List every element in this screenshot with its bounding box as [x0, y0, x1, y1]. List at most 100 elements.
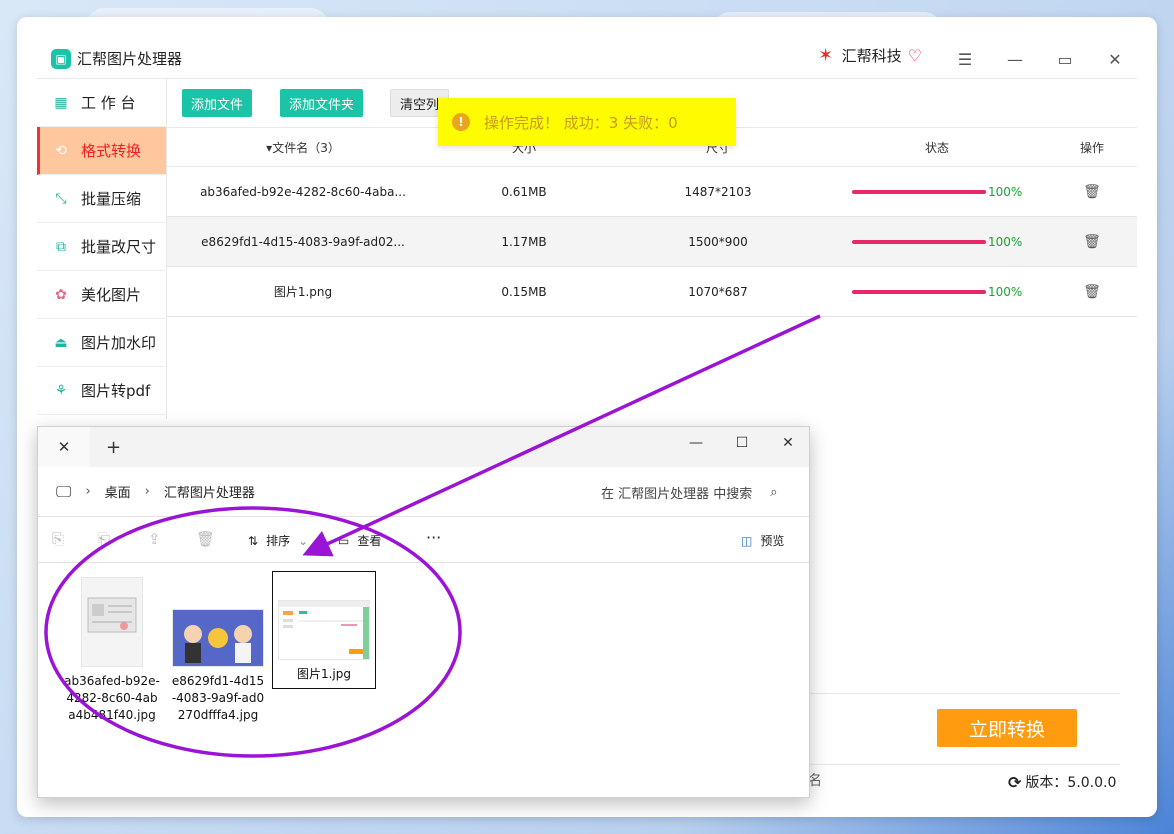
chevron-right-icon: › [85, 484, 91, 499]
table-row[interactable]: 图片1.png 0.15MB 1070*687 100% 🗑 [167, 267, 1137, 317]
hidden-label-fragment: 名 [808, 773, 822, 789]
breadcrumb-desktop[interactable]: 桌面 [105, 482, 131, 501]
file-item[interactable]: ab36afed-b92e-4282-8c60-4aba4b481f40.jpg [60, 571, 164, 724]
cell-action: 🗑 [1047, 184, 1137, 200]
search-box[interactable]: 在 汇帮图片处理器 中搜索 ⌕ [601, 467, 778, 517]
convert-icon: ⟲ [55, 142, 67, 159]
sidebar-item-workbench[interactable]: ▦ 工 作 台 [37, 79, 166, 127]
cell-action: 🗑 [1047, 234, 1137, 250]
app-logo-icon: ▣ [51, 48, 71, 69]
chevron-right-icon: › [144, 484, 150, 499]
menu-icon[interactable]: ☰ [953, 47, 977, 71]
preview-pane-icon: ◫ [741, 533, 753, 548]
new-tab-icon[interactable]: + [106, 437, 121, 458]
command-bar: ⎘ ⎗ ⇪ 🗑 ⇅ 排序 ⌄ ▭ 查看 ··· ◫ 预览 [38, 517, 809, 563]
brand-name: 汇帮科技 [841, 47, 902, 65]
add-file-button[interactable]: 添加文件 [182, 89, 253, 117]
success-toast: ! 操作完成！ 成功：3 失败：0 [438, 98, 736, 146]
sidebar-item-format-convert[interactable]: ⟲ 格式转换 [37, 127, 166, 175]
progress-text: 100% [988, 184, 1023, 199]
trash-icon[interactable]: 🗑 [1083, 184, 1101, 200]
file-item[interactable]: e8629fd1-4d15-4083-9a9f-ad0270dfffa4.jpg [166, 571, 270, 724]
more-button[interactable]: ··· [426, 528, 441, 547]
info-icon: ! [452, 113, 470, 131]
refresh-icon[interactable]: ⟳ [1008, 773, 1021, 792]
view-button[interactable]: ▭ 查看 [338, 532, 381, 549]
cell-status: 100% [827, 235, 1047, 249]
paste-icon[interactable]: ⎗ [98, 530, 110, 548]
compress-icon: ⤡ [55, 190, 67, 207]
title-bar: ▣ 汇帮图片处理器 ✶ 汇帮科技 ♡ ☰ — ▭ ✕ [37, 39, 1137, 79]
file-thumbnail [172, 609, 264, 667]
sidebar-item-beautify[interactable]: ✿ 美化图片 [37, 271, 166, 319]
toast-message: 操作完成！ 成功：3 失败：0 [484, 113, 678, 132]
explorer-tab-bar: ✕ + — ☐ ✕ [38, 427, 809, 467]
cell-name: 图片1.png [273, 285, 333, 299]
footer-divider [790, 764, 1120, 765]
cell-size: 1.17MB [501, 234, 547, 249]
file-explorer-window: ✕ + — ☐ ✕ 🖵 › 桌面 › 汇帮图片处理器 在 汇帮图片处理器 中搜索… [37, 426, 810, 798]
sidebar-item-label: 批量改尺寸 [81, 238, 157, 256]
sidebar-item-label: 美化图片 [81, 286, 142, 304]
minimize-icon[interactable]: — [685, 435, 707, 451]
sidebar-item-resize[interactable]: ⧉ 批量改尺寸 [37, 223, 166, 271]
copy-icon[interactable]: ⎘ [52, 530, 64, 548]
pdf-icon: ⚘ [54, 382, 68, 399]
header-name[interactable]: ▾文件名（3） [167, 139, 439, 156]
computer-icon: 🖵 [56, 481, 72, 501]
sort-button[interactable]: ⇅ 排序 ⌄ [248, 532, 308, 549]
view-icon: ▭ [338, 533, 350, 548]
progress-bar [852, 189, 986, 194]
trash-icon[interactable]: 🗑 [1083, 234, 1101, 250]
trash-icon[interactable]: 🗑 [1083, 284, 1101, 300]
table-row[interactable]: e8629fd1-4d15-4083-9a9f-ad02... 1.17MB 1… [167, 217, 1137, 267]
cell-name: e8629fd1-4d15-4083-9a9f-ad02... [201, 234, 405, 249]
cell-status: 100% [827, 285, 1047, 299]
cell-size: 0.61MB [501, 184, 547, 199]
close-icon[interactable]: ✕ [1103, 47, 1127, 71]
file-name: e8629fd1-4d15-4083-9a9f-ad0270dfffa4.jpg [171, 674, 265, 722]
cell-name: ab36afed-b92e-4282-8c60-4aba... [200, 184, 406, 199]
heart-icon[interactable]: ♡ [908, 46, 922, 65]
sidebar-item-label: 批量压缩 [81, 190, 142, 208]
search-icon: ⌕ [770, 484, 778, 500]
file-name: 图片1.jpg [296, 667, 352, 681]
app-title: 汇帮图片处理器 [77, 50, 183, 68]
cell-status: 100% [827, 185, 1047, 199]
file-list: ab36afed-b92e-4282-8c60-4aba4b481f40.jpg… [38, 563, 809, 797]
maximize-icon[interactable]: ☐ [731, 435, 753, 451]
progress-bar [852, 239, 986, 244]
file-item-selected[interactable]: 图片1.jpg [272, 571, 376, 689]
delete-icon[interactable]: 🗑 [196, 530, 215, 548]
screenshot-preview-image [279, 601, 369, 659]
cell-size: 0.15MB [501, 284, 547, 299]
version-info: ⟳ 版本：5.0.0.0 [1008, 772, 1116, 792]
file-thumbnail [278, 600, 370, 660]
maximize-icon[interactable]: ▭ [1053, 47, 1077, 71]
close-icon[interactable]: ✕ [777, 435, 799, 451]
add-folder-button[interactable]: 添加文件夹 [280, 89, 364, 117]
sidebar-item-label: 图片加水印 [81, 334, 157, 352]
header-action: 操作 [1079, 140, 1104, 155]
minimize-icon[interactable]: — [1003, 47, 1027, 71]
cartoon-preview-image [173, 610, 263, 666]
cell-dimension: 1487*2103 [684, 184, 752, 199]
share-icon[interactable]: ⇪ [148, 530, 161, 548]
sidebar: ▦ 工 作 台 ⟲ 格式转换 ⤡ 批量压缩 ⧉ 批量改尺寸 ✿ 美化图片 ⏏ 图… [37, 79, 167, 419]
table-row[interactable]: ab36afed-b92e-4282-8c60-4aba... 0.61MB 1… [167, 167, 1137, 217]
sidebar-item-to-pdf[interactable]: ⚘ 图片转pdf [37, 367, 166, 415]
file-table: ▾文件名（3） 大小 尺寸 状态 操作 ab36afed-b92e-4282-8… [167, 127, 1137, 317]
progress-text: 100% [988, 234, 1023, 249]
version-text: 版本：5.0.0.0 [1025, 775, 1117, 791]
sort-icon: ⇅ [248, 533, 259, 548]
convert-now-button[interactable]: 立即转换 [937, 709, 1077, 747]
breadcrumb-folder[interactable]: 汇帮图片处理器 [164, 482, 255, 501]
sidebar-item-label: 工 作 台 [81, 94, 136, 112]
sidebar-item-label: 图片转pdf [81, 382, 151, 400]
sidebar-item-compress[interactable]: ⤡ 批量压缩 [37, 175, 166, 223]
address-bar[interactable]: 🖵 › 桌面 › 汇帮图片处理器 在 汇帮图片处理器 中搜索 ⌕ [38, 467, 809, 517]
header-status: 状态 [924, 140, 949, 155]
preview-button[interactable]: ◫ 预览 [741, 532, 784, 549]
sidebar-item-watermark[interactable]: ⏏ 图片加水印 [37, 319, 166, 367]
tab-close-icon[interactable]: ✕ [38, 427, 90, 467]
